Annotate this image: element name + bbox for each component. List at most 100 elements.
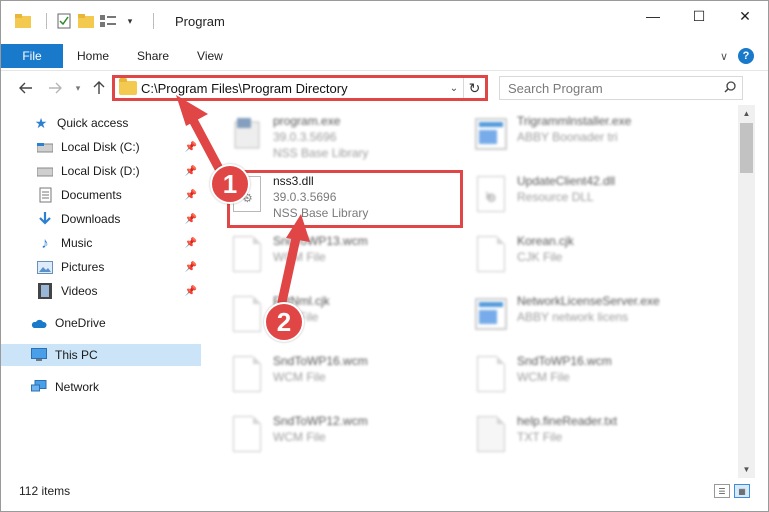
tab-share[interactable]: Share [123,44,183,68]
file-icon [231,416,263,456]
file-item[interactable]: help.fineReader.txt TXT File [475,413,715,465]
sidebar-item-videos[interactable]: Videos 📌 [1,280,201,302]
large-icons-view-icon[interactable]: ▦ [734,484,750,498]
sidebar-item-music[interactable]: ♪ Music 📌 [1,232,201,254]
file-name: SndToWP16.wcm [273,354,368,368]
details-view-icon[interactable]: ☰ [714,484,730,498]
back-arrow-icon[interactable] [15,77,37,99]
explorer-window: ▾ Program — ☐ ✕ File Home Share View ∨ ?… [0,0,769,512]
new-folder-icon[interactable] [78,13,94,29]
scrollbar-thumb[interactable] [740,123,753,173]
tab-file[interactable]: File [1,44,63,68]
computer-icon [31,347,47,363]
pin-icon[interactable]: 📌 [185,166,197,177]
music-icon: ♪ [41,234,49,252]
up-arrow-icon[interactable] [88,77,110,99]
forward-arrow-icon[interactable] [44,77,66,99]
sidebar-item-local-disk-d[interactable]: Local Disk (D:) 📌 [1,160,201,182]
file-icon [231,236,263,276]
ribbon-tabs: File Home Share View ∨ ? [1,44,768,68]
sidebar-item-label: Quick access [57,116,129,130]
file-type: TXT File [517,430,563,444]
file-item[interactable]: Trigrammlnstaller.exe ABBY Boonader tri [475,113,715,165]
expand-ribbon-icon[interactable]: ∨ [720,50,728,63]
close-button[interactable]: ✕ [722,1,768,31]
downloads-icon [37,211,53,227]
file-item[interactable]: program.exe 39.0.3.5696 NSS Base Library [231,113,471,165]
search-input[interactable] [500,80,718,96]
file-type: CJK File [517,250,563,264]
nss3-highlight-box [227,170,463,228]
chevron-down-icon[interactable]: ▾ [122,13,138,29]
file-name: SndToWP16.wcm [517,354,612,368]
file-item[interactable]: SndToWP16.wcm WCM File [231,353,471,405]
sidebar-item-label: Network [55,380,100,394]
pin-icon[interactable]: 📌 [185,286,197,297]
sidebar-item-pictures[interactable]: Pictures 📌 [1,256,201,278]
star-icon: ★ [34,114,48,131]
pictures-icon [37,259,53,275]
dll-icon [475,176,507,216]
search-icon[interactable] [718,80,742,96]
tab-home[interactable]: Home [63,44,123,68]
title-bar: ▾ Program — ☐ ✕ [1,1,768,41]
address-bar[interactable]: C:\Program Files\Program Directory ⌄ ↻ [112,75,488,101]
refresh-icon[interactable]: ↻ [463,78,485,98]
sidebar-item-label: Local Disk (C:) [61,140,140,154]
file-type: WCM File [517,370,570,384]
file-description: NSS Base Library [273,146,369,160]
file-icon [475,356,507,396]
status-bar: 112 items ☰ ▦ [1,479,768,503]
sidebar-item-this-pc[interactable]: This PC [1,344,201,366]
folder-icon [119,78,137,95]
tab-view[interactable]: View [183,44,237,68]
window-app-icon [475,116,507,156]
file-name: SndToWP13.wcm [273,234,368,248]
navigation-pane: ★ Quick access Local Disk (C:) 📌 Local D… [1,105,207,478]
file-name: SndToWP12.wcm [273,414,368,428]
vertical-scrollbar[interactable]: ▲ ▼ [738,105,755,478]
file-type: WCM File [273,370,326,384]
file-type: ABBY Boonader tri [517,130,618,144]
file-item[interactable]: NetworkLicenseServer.exe ABBY network li… [475,293,715,345]
file-item[interactable]: SndToWP16.wcm WCM File [475,353,715,405]
sidebar-item-label: Downloads [61,212,121,226]
item-count: 112 items [19,484,71,498]
minimize-button[interactable]: — [630,1,676,31]
file-item[interactable]: SndToWP12.wcm WCM File [231,413,471,465]
sidebar-item-documents[interactable]: Documents 📌 [1,184,201,206]
scroll-down-icon[interactable]: ▼ [738,461,755,478]
pin-icon[interactable]: 📌 [185,214,197,225]
file-version: 39.0.3.5696 [273,130,337,144]
pin-icon[interactable]: 📌 [185,238,197,249]
pin-icon[interactable]: 📌 [185,142,197,153]
address-dropdown-icon[interactable]: ⌄ [445,83,463,94]
pin-icon[interactable]: 📌 [185,262,197,273]
sidebar-item-quick-access[interactable]: ★ Quick access [1,112,201,134]
maximize-button[interactable]: ☐ [676,1,722,31]
pin-icon[interactable]: 📌 [185,190,197,201]
address-path[interactable]: C:\Program Files\Program Directory [141,81,445,96]
file-name: Korean.cjk [517,234,574,248]
sidebar-item-downloads[interactable]: Downloads 📌 [1,208,201,230]
properties-icon[interactable] [56,13,72,29]
sidebar-item-label: Local Disk (D:) [61,164,140,178]
scroll-up-icon[interactable]: ▲ [738,105,755,122]
search-box[interactable] [499,76,743,100]
sidebar-item-local-disk-c[interactable]: Local Disk (C:) 📌 [1,136,201,158]
recent-locations-icon[interactable]: ▾ [67,77,89,99]
navigation-bar: ▾ C:\Program Files\Program Directory ⌄ ↻ [1,70,768,104]
view-buttons: ☰ ▦ [714,484,750,498]
file-item[interactable]: SndToWP13.wcm WCM File [231,233,471,285]
step-2-badge: 2 [264,302,304,342]
file-type: ABBY network licens [517,310,629,324]
file-item[interactable]: UpdateClient42.dll Resource DLL [475,173,715,225]
sidebar-item-network[interactable]: Network [1,376,201,398]
file-item[interactable]: Korean.cjk CJK File [475,233,715,285]
window-app-icon [475,296,507,336]
help-icon[interactable]: ? [738,48,754,64]
sidebar-item-onedrive[interactable]: OneDrive [1,312,201,334]
sidebar-item-label: This PC [55,348,98,362]
file-icon [475,236,507,276]
customize-icon[interactable] [100,13,116,29]
